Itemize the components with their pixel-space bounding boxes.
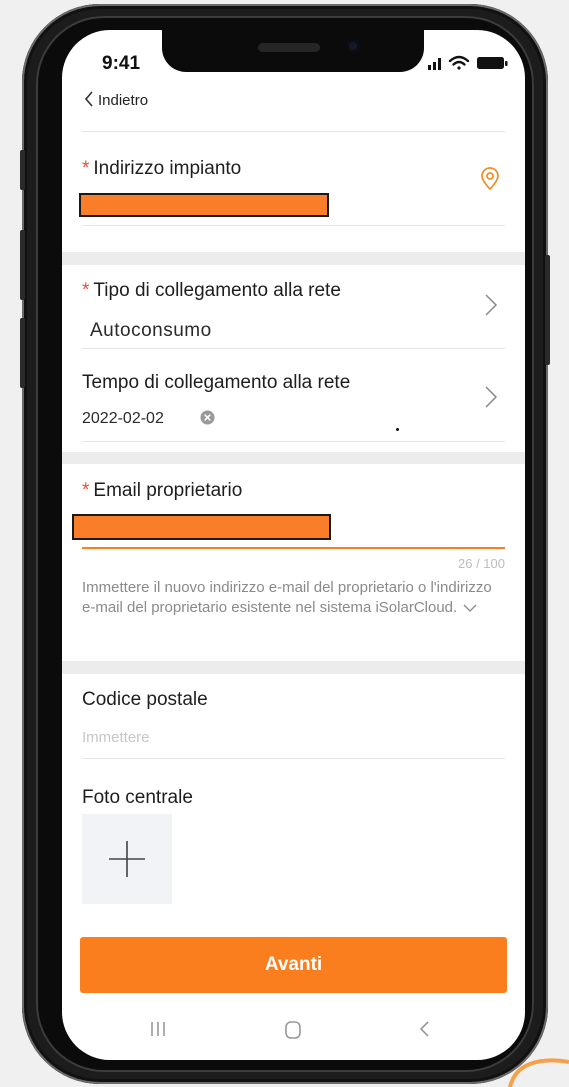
system-nav-bar (62, 1006, 525, 1060)
email-input-underline (82, 547, 505, 549)
clear-icon[interactable] (200, 410, 215, 425)
plus-icon (109, 841, 145, 877)
email-char-counter: 26 / 100 (458, 556, 505, 571)
required-mark: * (82, 480, 90, 501)
add-photo-button[interactable] (82, 814, 172, 904)
connection-type-label: * Tipo di collegamento alla rete (82, 280, 341, 302)
connection-time-label: Tempo di collegamento alla rete (82, 372, 351, 393)
location-pin-icon[interactable] (480, 166, 500, 192)
divider (82, 441, 505, 442)
recent-apps-icon[interactable] (150, 1020, 166, 1038)
home-icon[interactable] (284, 1020, 302, 1040)
volume-down-button (20, 318, 25, 388)
connection-type-label-text: Tipo di collegamento alla rete (93, 280, 341, 301)
owner-email-label-text: Email proprietario (93, 480, 243, 501)
address-label: * Indirizzo impianto (82, 158, 241, 180)
divider (82, 758, 505, 759)
status-icons (428, 55, 508, 70)
photo-label: Foto centrale (82, 787, 193, 808)
owner-email-label: * Email proprietario (82, 480, 242, 502)
back-nav-icon[interactable] (418, 1020, 430, 1038)
status-time: 9:41 (102, 53, 141, 74)
owner-email-value-redacted[interactable] (72, 514, 331, 540)
battery-icon (477, 57, 508, 69)
owner-email-hint[interactable]: Immettere il nuovo indirizzo e-mail del … (82, 578, 502, 618)
section-gap (62, 661, 525, 674)
required-mark: * (82, 158, 90, 179)
mute-switch (20, 150, 25, 190)
chevron-right-icon[interactable] (483, 293, 499, 317)
back-label: Indietro (98, 91, 149, 109)
divider (82, 131, 505, 132)
connection-type-value[interactable]: Autoconsumo (90, 320, 212, 342)
address-value-redacted[interactable] (79, 193, 329, 217)
speaker-grille (258, 43, 320, 52)
decorative-arc (508, 1058, 569, 1087)
stray-dot (396, 428, 399, 431)
connection-time-value[interactable]: 2022-02-02 (82, 410, 164, 428)
divider (82, 225, 505, 226)
power-button (545, 255, 550, 365)
postal-code-input[interactable]: Immettere (82, 729, 150, 746)
section-gap (62, 452, 525, 464)
wifi-icon (448, 55, 470, 70)
section-gap (62, 252, 525, 265)
address-label-text: Indirizzo impianto (93, 158, 242, 179)
chevron-right-icon[interactable] (483, 385, 499, 409)
front-camera (346, 39, 360, 53)
chevron-down-icon[interactable] (463, 604, 477, 613)
app-screen: 9:41 Indietro * Indirizzo impianto * Tip… (62, 30, 525, 1060)
next-button[interactable]: Avanti (80, 937, 507, 993)
divider (82, 348, 505, 349)
required-mark: * (82, 280, 90, 301)
owner-email-hint-text: Immettere il nuovo indirizzo e-mail del … (82, 579, 492, 616)
signal-icon (428, 58, 441, 70)
postal-code-label: Codice postale (82, 689, 208, 710)
volume-up-button (20, 230, 25, 300)
back-button[interactable]: Indietro (84, 88, 148, 112)
chevron-left-icon (84, 90, 94, 110)
notch (162, 30, 424, 72)
